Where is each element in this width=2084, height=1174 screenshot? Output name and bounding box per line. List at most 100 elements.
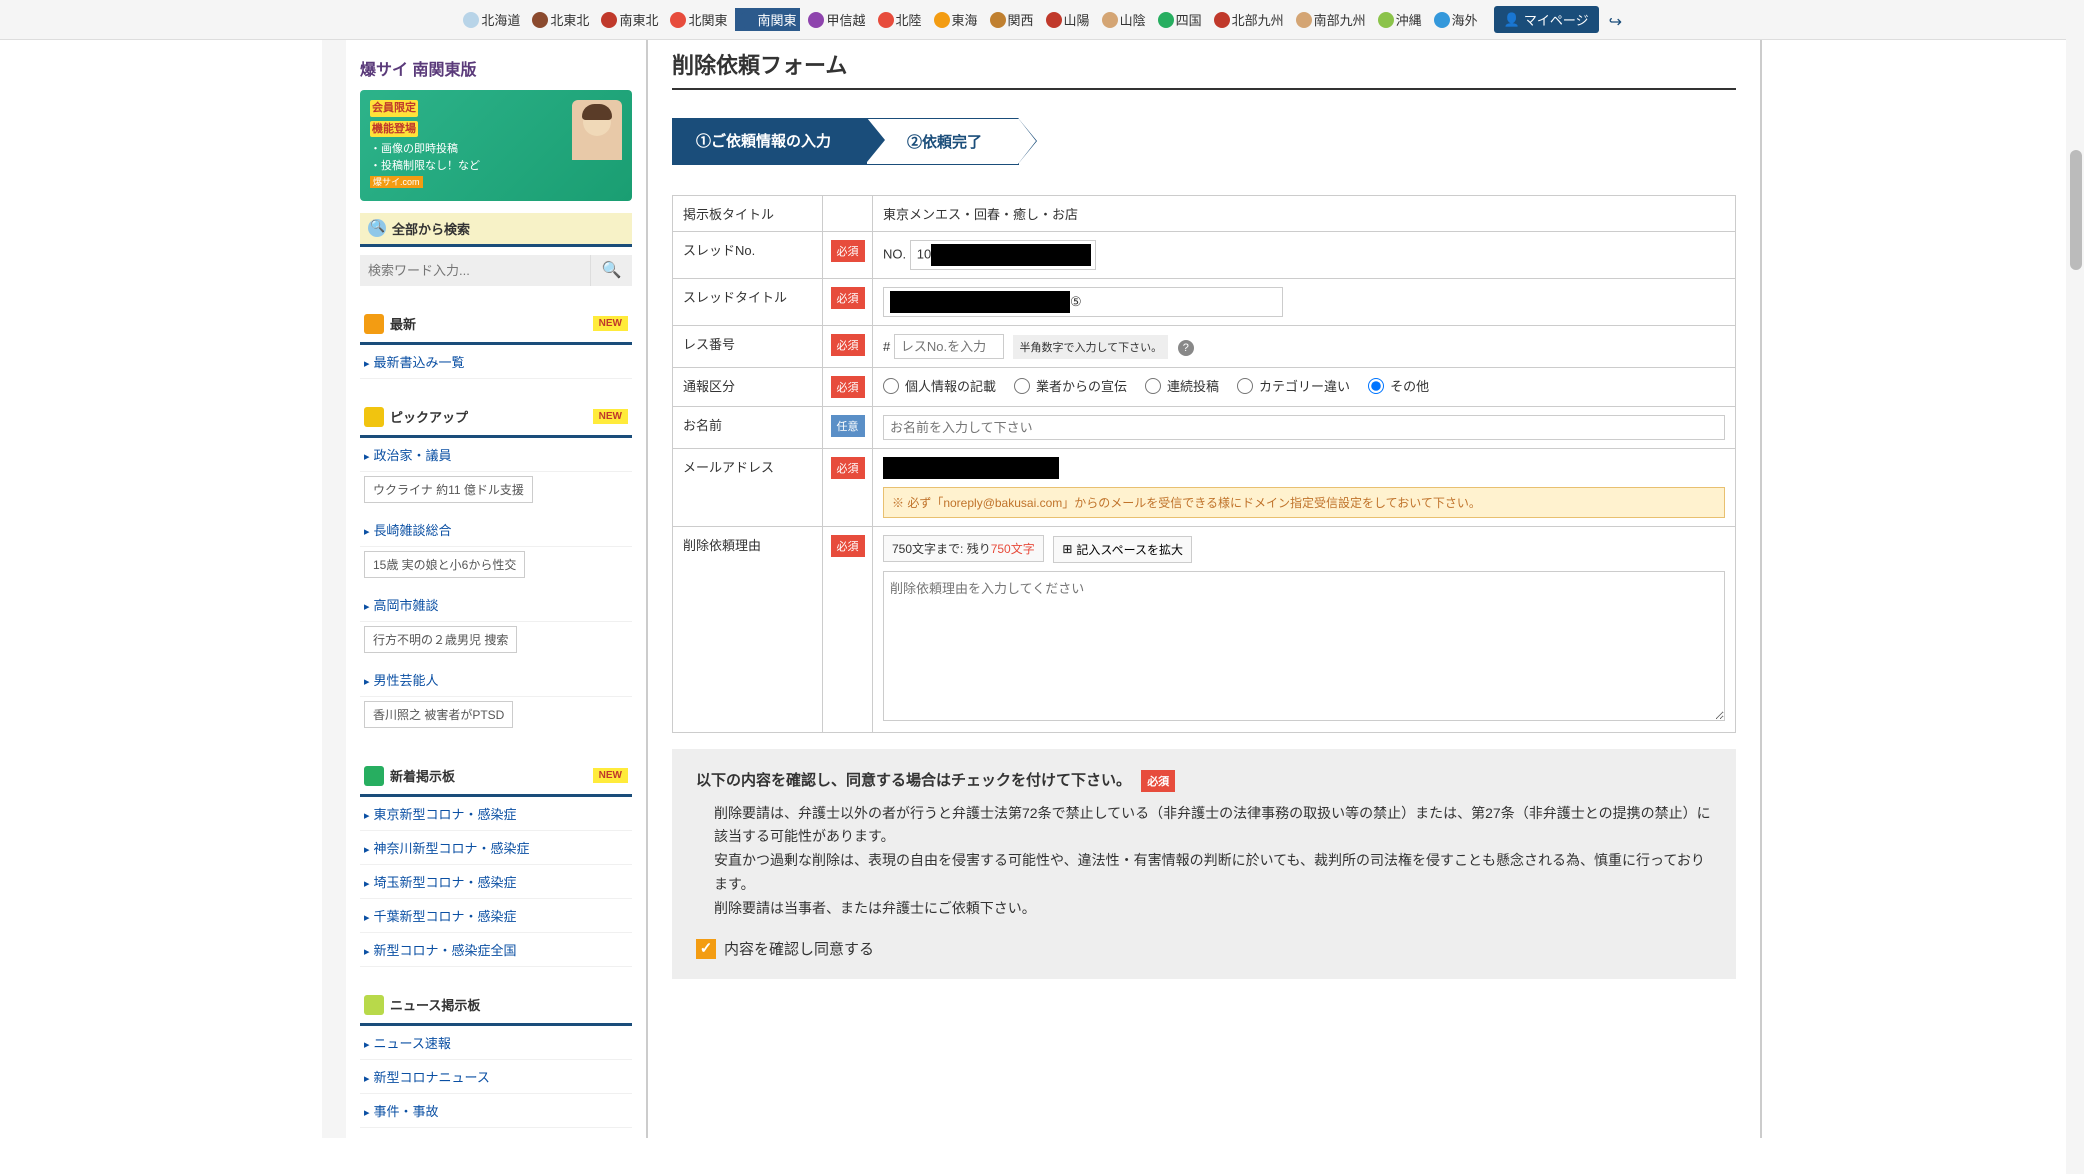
radio-input[interactable] [1368,378,1384,394]
region-icon [1158,12,1174,28]
required-badge: 必須 [831,240,865,262]
radio-input[interactable] [1237,378,1253,394]
agree-checkbox[interactable]: ✓ 内容を確認し同意する [696,938,1712,959]
region-icon [1046,12,1062,28]
newboard-link[interactable]: 東京新型コロナ・感染症 [360,797,632,831]
region-海外[interactable]: 海外 [1430,8,1482,31]
logout-icon[interactable] [1609,12,1625,28]
region-山陰[interactable]: 山陰 [1098,8,1150,31]
region-icon [1214,12,1230,28]
region-icon [934,12,950,28]
latest-link[interactable]: 最新書込み一覧 [360,345,632,379]
thread-no-prefix: NO. [883,246,906,261]
name-input[interactable] [883,415,1725,440]
region-南部九州[interactable]: 南部九州 [1292,8,1370,31]
news-head: ニュース掲示板 [360,987,632,1026]
newboard-link[interactable]: 千葉新型コロナ・感染症 [360,899,632,933]
region-関西[interactable]: 関西 [986,8,1038,31]
reason-textarea[interactable] [883,571,1725,721]
agreement-head: 以下の内容を確認し、同意する場合はチェックを付けて下さい。 必須 [696,769,1712,792]
mypage-button[interactable]: 👤マイページ [1494,6,1599,33]
agreement-body: 削除要請は、弁護士以外の者が行うと弁護士法第72条で禁止している（非弁護士の法律… [714,802,1712,921]
char-counter: 750文字まで: 残り750文字 [883,535,1044,562]
region-南関東[interactable]: 南関東 [735,8,800,31]
radio-option[interactable]: 業者からの宣伝 [1014,376,1127,395]
news-link[interactable]: 事件・事故 [360,1094,632,1128]
newboard-link[interactable]: 埼玉新型コロナ・感染症 [360,865,632,899]
region-icon [1378,12,1394,28]
region-icon [739,12,755,28]
help-icon[interactable]: ? [1178,340,1194,356]
radio-option[interactable]: 連続投稿 [1145,376,1219,395]
flag-icon [364,314,384,334]
region-沖縄[interactable]: 沖縄 [1374,8,1426,31]
search-button[interactable]: 🔍 [590,255,632,286]
promo-headline2: 機能登場 [370,121,418,138]
pickup-link[interactable]: 長崎雑談総合 [360,513,632,547]
region-北東北[interactable]: 北東北 [528,8,593,31]
region-山陽[interactable]: 山陽 [1042,8,1094,31]
region-北陸[interactable]: 北陸 [874,8,926,31]
promo-feat2: ・投稿制限なし！など [370,160,480,172]
region-甲信越[interactable]: 甲信越 [804,8,869,31]
region-北海道[interactable]: 北海道 [459,8,524,31]
thread-title-redacted [890,291,1070,313]
region-四国[interactable]: 四国 [1154,8,1206,31]
radio-option[interactable]: カテゴリー違い [1237,376,1350,395]
region-北部九州[interactable]: 北部九州 [1210,8,1288,31]
top-region-nav: 北海道北東北南東北北関東南関東甲信越北陸東海関西山陽山陰四国北部九州南部九州沖縄… [0,0,2084,40]
region-東海[interactable]: 東海 [930,8,982,31]
required-badge: 必須 [831,376,865,398]
newboard-link[interactable]: 新型コロナ・感染症全国 [360,933,632,967]
radio-input[interactable] [1145,378,1161,394]
plus-icon: ⊞ [1062,542,1072,556]
region-icon [878,12,894,28]
new-badge: NEW [593,409,628,424]
pickup-link[interactable]: 政治家・議員 [360,438,632,472]
region-icon [532,12,548,28]
value-board: 東京メンエス・回春・癒し・お店 [873,196,1736,232]
label-res-no: レス番号 [673,326,823,368]
promo-banner[interactable]: 会員限定 機能登場 ・画像の即時投稿 ・投稿制限なし！など 爆サイ.com [360,90,632,201]
page-scrollbar[interactable] [2066,0,2084,1174]
search-section-head: 全部から検索 [360,213,632,247]
pickup-link[interactable]: 高岡市雑談 [360,588,632,622]
promo-avatar-icon [572,100,622,160]
pickup-link[interactable]: 男性芸能人 [360,663,632,697]
radio-input[interactable] [1014,378,1030,394]
region-南東北[interactable]: 南東北 [597,8,662,31]
required-badge: 必須 [831,457,865,479]
radio-option[interactable]: その他 [1368,376,1429,395]
sidebar: 爆サイ 南関東版 会員限定 機能登場 ・画像の即時投稿 ・投稿制限なし！など 爆… [346,40,646,1138]
res-no-input[interactable] [894,334,1004,359]
radio-option[interactable]: 個人情報の記載 [883,376,996,395]
promo-feat1: ・画像の即時投稿 [370,143,458,155]
pickup-sub: ウクライナ 約11 億ドル支援 [364,476,533,503]
main-content: 削除依頼フォーム ①ご依頼情報の入力 ②依頼完了 掲示板タイトル 東京メンエス・… [646,40,1762,1138]
res-no-hint: 半角数字で入力して下さい。 [1013,335,1168,359]
pickup-sub: 行方不明の２歳男児 捜索 [364,626,517,653]
label-thread-title: スレッドタイトル [673,279,823,326]
required-badge: 必須 [831,287,865,309]
step-1-active: ①ご依頼情報の入力 [672,118,867,165]
news-link[interactable]: ニュース速報 [360,1026,632,1060]
region-icon [670,12,686,28]
site-title: 爆サイ 南関東版 [360,56,632,80]
region-北関東[interactable]: 北関東 [666,8,731,31]
radio-input[interactable] [883,378,899,394]
thread-no-redacted [931,244,1091,266]
label-board: 掲示板タイトル [673,196,823,232]
thread-title-suffix: ⑤ [1070,294,1082,310]
email-redacted [883,457,1059,479]
promo-tag: 爆サイ.com [370,176,423,188]
left-scroll-gutter [322,40,346,1138]
newboard-link[interactable]: 神奈川新型コロナ・感染症 [360,831,632,865]
news-link[interactable]: 新型コロナニュース [360,1060,632,1094]
page-title: 削除依頼フォーム [672,40,1736,88]
expand-textarea-button[interactable]: ⊞ 記入スペースを拡大 [1053,536,1192,563]
region-icon [1434,12,1450,28]
required-badge: 必須 [831,535,865,557]
required-badge: 必須 [1141,770,1175,792]
search-input[interactable] [360,255,590,286]
region-icon [1296,12,1312,28]
